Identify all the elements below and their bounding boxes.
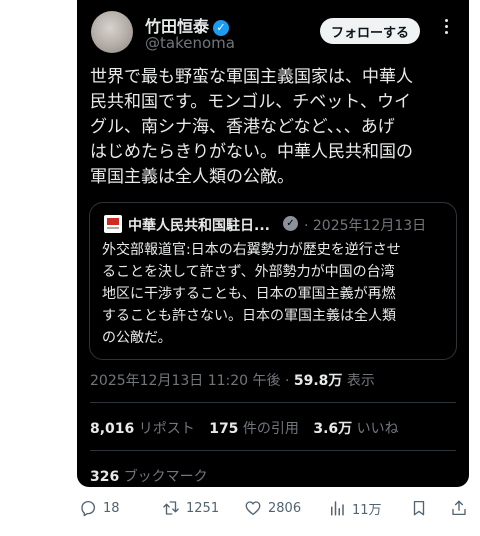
view-count-action: 11万 (352, 502, 382, 518)
retweet-icon (163, 501, 179, 515)
quoted-avatar-icon (104, 215, 122, 233)
quoted-text: 外交部報道官:日本の右翼勢力が歴史を逆行させ ることを決して許さず、外部勢力が中… (102, 242, 401, 346)
bookmark-button[interactable] (410, 496, 434, 520)
view-count: 59.8万 (293, 373, 343, 389)
reply-icon (81, 500, 96, 517)
bookmarks-stat[interactable]: 326 ブックマーク (90, 466, 208, 486)
heart-icon (245, 501, 261, 516)
tweet-card: 竹田恒泰 ✓ @takenoma フォローする 世界で最も野蛮な軍国主義国家は、中… (77, 0, 469, 487)
views-chart-icon (331, 501, 344, 516)
reposts-stat[interactable]: 8,016 リポスト (90, 421, 195, 437)
quoted-tweet[interactable]: 中華人民共和国駐日... ✓ · 2025年12月13日 外交部報道官:日本の右… (89, 202, 457, 360)
quoted-date: · 2025年12月13日 (304, 218, 427, 234)
tweet-meta: 2025年12月13日 11:20 午後 · 59.8万 表示 (90, 370, 375, 390)
tweet-text: 世界で最も野蛮な軍国主義国家は、中華人 民共和国です。モンゴル、チベット、ウイ … (90, 67, 413, 187)
views-button[interactable]: 11万 (328, 496, 382, 520)
retweet-button[interactable]: 1251 (162, 496, 219, 520)
quoted-author-name: 中華人民共和国駐日... (128, 218, 270, 234)
divider (90, 450, 456, 451)
follow-button[interactable]: フォローする (320, 18, 420, 44)
share-icon (452, 500, 466, 516)
author-handle[interactable]: @takenoma (145, 34, 235, 52)
engagement-stats: 8,016 リポスト 175 件の引用 3.6万 いいね (90, 418, 399, 438)
action-bar: 18 1251 2806 11万 (0, 496, 480, 522)
bookmark-icon (413, 500, 425, 516)
likes-stat[interactable]: 3.6万 いいね (313, 421, 398, 437)
reply-button[interactable]: 18 (79, 496, 120, 520)
government-badge-icon: ✓ (283, 216, 298, 231)
retweet-count: 1251 (186, 500, 220, 516)
view-label: 表示 (346, 373, 375, 389)
timestamp[interactable]: 2025年12月13日 11:20 午後 · (90, 373, 289, 389)
share-button[interactable] (450, 496, 474, 520)
like-count: 2806 (268, 500, 302, 516)
more-options-icon[interactable] (441, 16, 451, 37)
reply-count: 18 (103, 500, 120, 516)
avatar[interactable] (91, 11, 133, 53)
divider (90, 402, 456, 403)
like-button[interactable]: 2806 (244, 496, 301, 520)
quotes-stat[interactable]: 175 件の引用 (209, 421, 299, 437)
